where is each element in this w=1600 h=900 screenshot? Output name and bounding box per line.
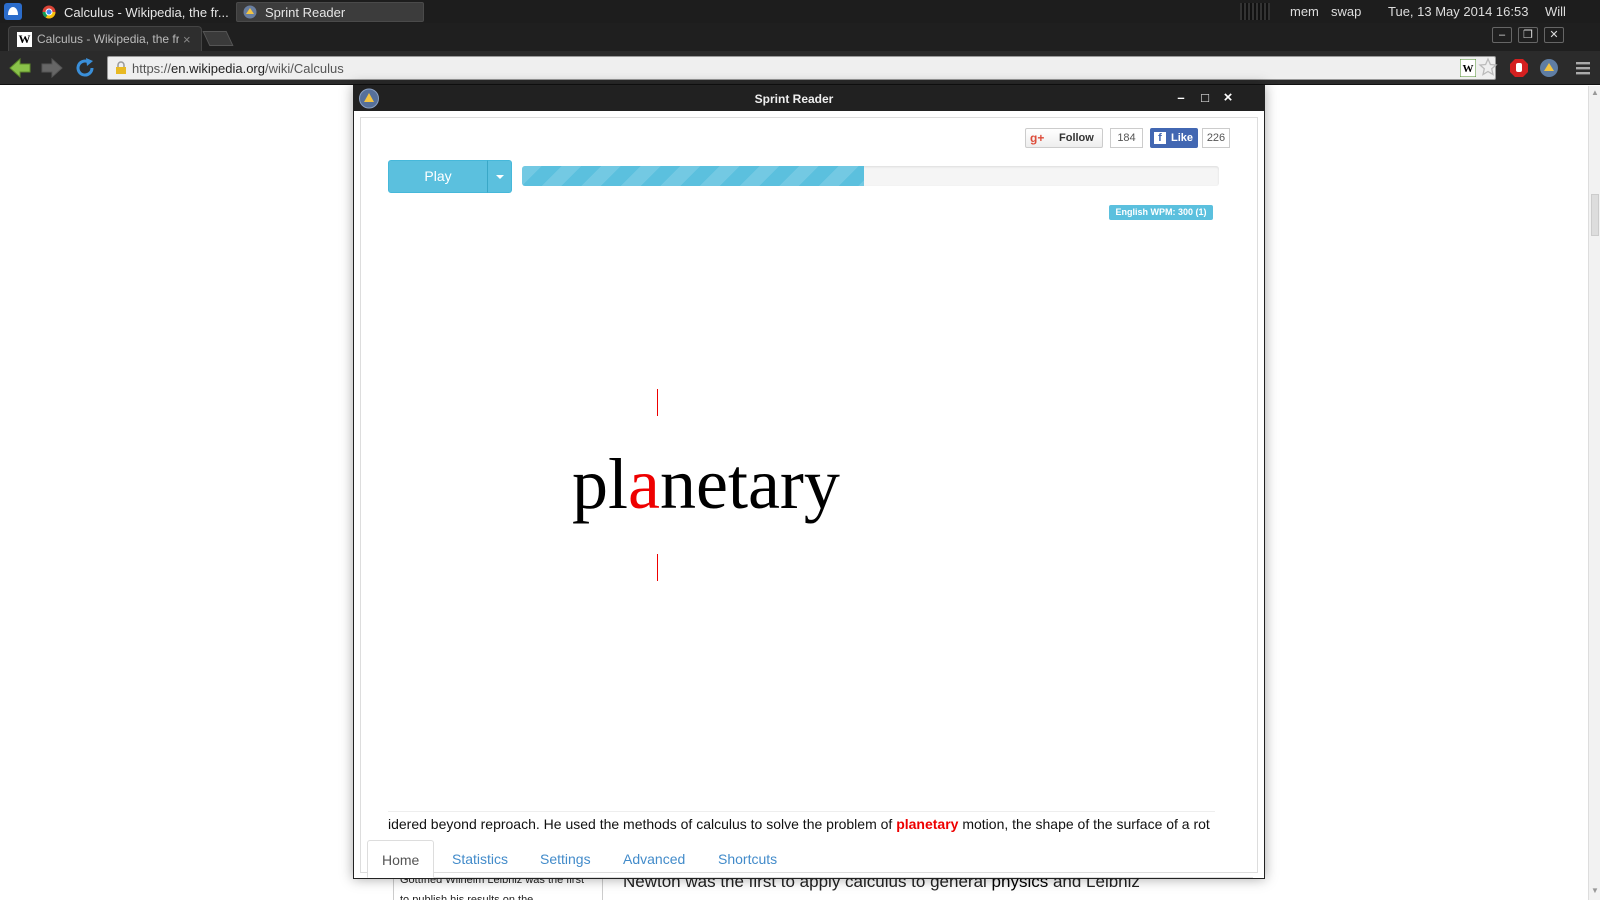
forward-arrow-icon[interactable]	[40, 56, 64, 80]
word-focus-letter: a	[628, 444, 660, 524]
mem-monitor-label: mem	[1290, 4, 1319, 19]
app-launcher-icon[interactable]	[4, 3, 22, 20]
word-suffix: netary	[659, 444, 840, 524]
taskbar-item-calculus[interactable]: Calculus - Wikipedia, the fr...	[36, 2, 232, 22]
context-before: idered beyond reproach. He used the meth…	[388, 816, 897, 832]
window-minimize-button[interactable]: –	[1173, 90, 1189, 105]
browser-tab-calculus[interactable]: W Calculus - Wikipedia, the fr ×	[8, 26, 202, 51]
browser-tab-strip: W Calculus - Wikipedia, the fr × – ❐ ✕	[0, 23, 1600, 51]
tab-settings[interactable]: Settings	[526, 840, 605, 878]
svg-text:W: W	[1463, 63, 1474, 75]
browser-tab-title: Calculus - Wikipedia, the fr	[37, 32, 179, 46]
cpu-monitor	[1240, 3, 1270, 20]
caret-down-icon	[496, 175, 504, 179]
tab-advanced[interactable]: Advanced	[609, 840, 699, 878]
focus-marker-bottom	[657, 554, 658, 581]
chrome-icon	[42, 5, 56, 19]
url-host: en.wikipedia.org	[171, 60, 265, 76]
facebook-icon: f	[1154, 132, 1166, 144]
browser-minimize-button[interactable]: –	[1492, 27, 1512, 43]
browser-close-button[interactable]: ✕	[1544, 27, 1564, 43]
facebook-like-button[interactable]: f Like	[1150, 128, 1198, 148]
bookmark-star-icon[interactable]	[1478, 57, 1498, 77]
sprint-reader-icon	[243, 5, 257, 19]
reading-progress-fill	[522, 166, 864, 186]
taskbar-item-sprint-reader[interactable]: Sprint Reader	[236, 2, 424, 22]
focus-marker-top	[657, 389, 658, 416]
reload-icon[interactable]	[73, 56, 97, 80]
sprint-reader-extension-icon[interactable]	[1539, 58, 1559, 78]
wikipedia-favicon-icon: W	[17, 31, 32, 47]
adblock-stop-icon[interactable]	[1509, 58, 1529, 78]
clock[interactable]: Tue, 13 May 2014 16:53	[1388, 4, 1528, 19]
word-prefix: pl	[572, 444, 629, 524]
address-bar[interactable]: https://en.wikipedia.org/wiki/Calculus	[107, 56, 1496, 80]
back-arrow-icon[interactable]	[8, 56, 32, 80]
url-path: /wiki/Calculus	[264, 60, 344, 76]
google-plus-follow-button[interactable]: g+ Follow	[1025, 128, 1103, 148]
browser-toolbar: https://en.wikipedia.org/wiki/Calculus W	[0, 51, 1600, 85]
like-label: Like	[1171, 132, 1194, 144]
play-options-dropdown[interactable]	[487, 160, 512, 193]
menu-icon[interactable]	[1573, 58, 1593, 78]
url-scheme: https://	[132, 60, 172, 76]
window-close-button[interactable]: ×	[1220, 89, 1236, 106]
taskbar-item-label: Sprint Reader	[265, 4, 346, 20]
wikipedia-extension-icon[interactable]: W	[1460, 59, 1476, 77]
reader-tabs: Home Statistics Settings Advanced Shortc…	[367, 840, 1253, 878]
follow-label: Follow	[1059, 132, 1094, 144]
scroll-down-icon[interactable]: ▼	[1591, 886, 1599, 895]
taskbar-item-label: Calculus - Wikipedia, the fr...	[64, 4, 229, 20]
browser-restore-button[interactable]: ❐	[1518, 27, 1538, 43]
window-maximize-button[interactable]: □	[1197, 90, 1213, 105]
context-text: idered beyond reproach. He used the meth…	[388, 811, 1215, 833]
reader-panel: g+ Follow 184 f Like 226 Play English WP…	[360, 117, 1258, 878]
play-button[interactable]: Play	[388, 160, 488, 193]
tab-statistics[interactable]: Statistics	[438, 840, 522, 878]
tab-shortcuts[interactable]: Shortcuts	[704, 840, 791, 878]
new-tab-button[interactable]	[202, 31, 234, 46]
wpm-badge: English WPM: 300 (1)	[1109, 205, 1213, 220]
context-current-word: planetary	[896, 816, 959, 832]
sprint-reader-window: Sprint Reader – □ × g+ Follow 184 f Like…	[353, 85, 1265, 879]
close-tab-icon[interactable]: ×	[183, 32, 191, 47]
scroll-up-icon[interactable]: ▲	[1591, 88, 1599, 97]
google-plus-icon: g+	[1030, 131, 1045, 145]
tab-home[interactable]: Home	[367, 840, 435, 878]
page-scrollbar[interactable]: ▲ ▼	[1588, 86, 1600, 900]
current-word: planetary	[572, 448, 840, 520]
google-plus-count: 184	[1110, 128, 1143, 148]
facebook-like-count: 226	[1202, 128, 1230, 148]
window-titlebar[interactable]: Sprint Reader – □ ×	[354, 86, 1264, 111]
system-panel: Calculus - Wikipedia, the fr... Sprint R…	[0, 0, 1600, 23]
swap-monitor-label: swap	[1331, 4, 1362, 19]
reading-progress-bar	[522, 166, 1219, 186]
lock-warning-icon	[116, 61, 126, 74]
user-menu[interactable]: Will	[1545, 4, 1566, 19]
scroll-thumb[interactable]	[1591, 194, 1599, 236]
context-after: motion, the shape of the surface of a ro…	[958, 816, 1210, 832]
window-title: Sprint Reader	[754, 92, 834, 106]
